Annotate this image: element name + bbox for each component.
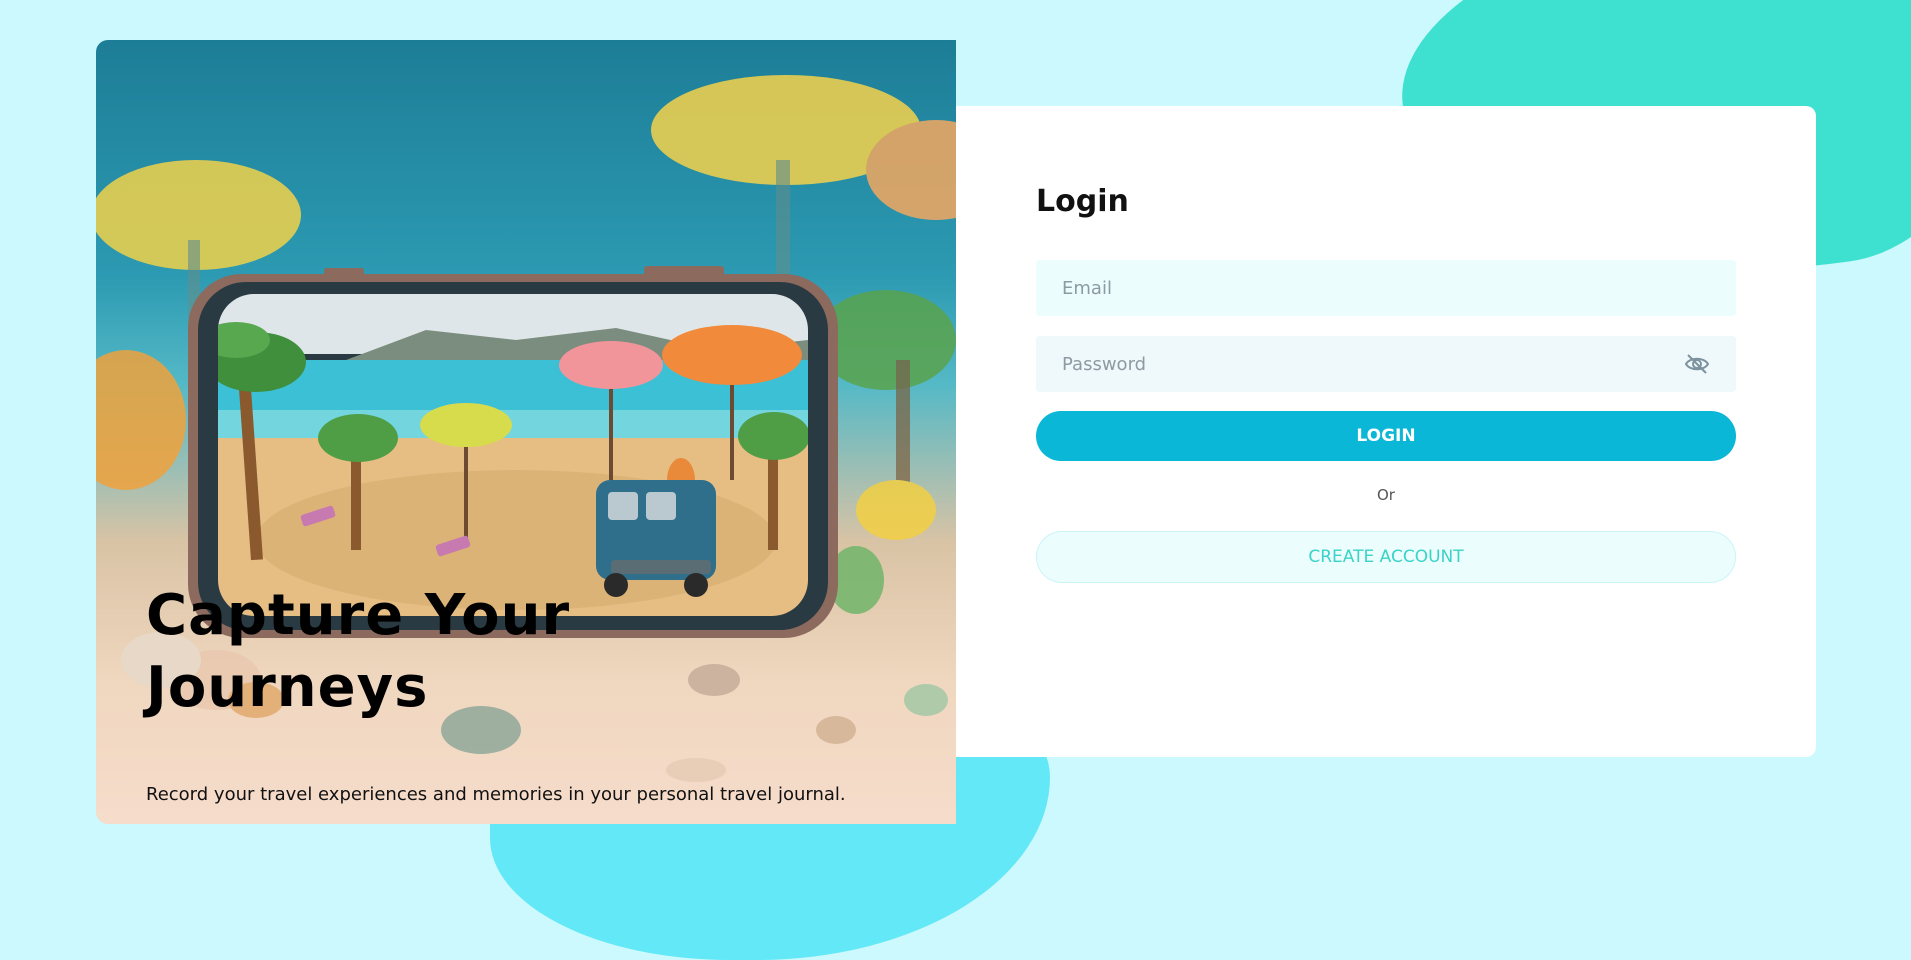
eye-off-icon[interactable] — [1682, 352, 1712, 376]
email-input[interactable] — [1060, 276, 1712, 300]
login-heading: Login — [1036, 184, 1129, 219]
or-divider-text: Or — [1377, 486, 1395, 504]
login-panel: Login LOGIN Or CREATE ACCOUNT — [956, 106, 1816, 757]
password-field — [1036, 336, 1736, 392]
hero-subtitle: Record your travel experiences and memor… — [146, 784, 846, 805]
create-account-button[interactable]: CREATE ACCOUNT — [1036, 531, 1736, 583]
email-field — [1036, 260, 1736, 316]
hero-card: Capture Your Journeys Record your travel… — [96, 40, 956, 824]
hero-title: Capture Your Journeys — [146, 583, 571, 720]
password-input[interactable] — [1060, 352, 1682, 376]
login-button[interactable]: LOGIN — [1036, 411, 1736, 461]
